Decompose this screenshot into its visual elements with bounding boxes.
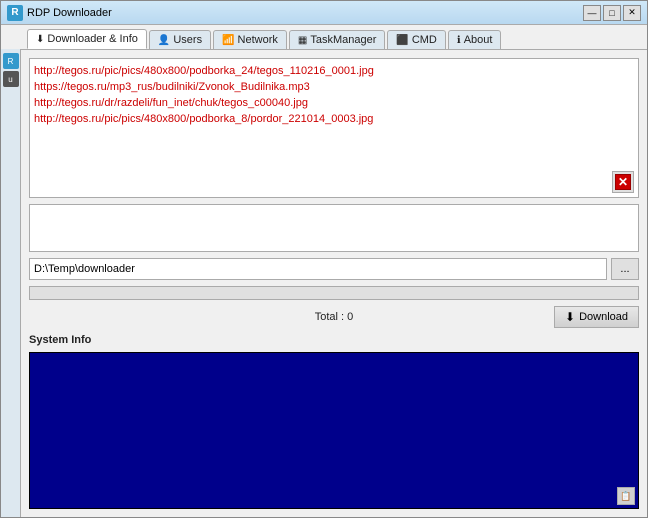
tab-network[interactable]: 📶 Network bbox=[213, 30, 287, 49]
tab-cmd[interactable]: ⬛ CMD bbox=[387, 30, 446, 49]
app-icon: R bbox=[7, 5, 23, 21]
tab-taskmanager-label: TaskManager bbox=[310, 34, 376, 46]
main-body: ⬇ Downloader & Info 👤 Users 📶 Network ▦ … bbox=[21, 25, 647, 517]
delete-icon: ✕ bbox=[615, 174, 631, 190]
path-row: ... bbox=[29, 258, 639, 280]
about-tab-icon: ℹ bbox=[457, 35, 461, 46]
downloader-tab-icon: ⬇ bbox=[36, 34, 44, 45]
tab-cmd-label: CMD bbox=[412, 34, 437, 46]
url-item-2[interactable]: http://tegos.ru/dr/razdeli/fun_inet/chuk… bbox=[34, 95, 634, 111]
download-button[interactable]: ⬇ Download bbox=[554, 306, 639, 328]
download-icon: ⬇ bbox=[565, 310, 575, 324]
maximize-button[interactable]: □ bbox=[603, 5, 621, 21]
copy-icon: 📋 bbox=[620, 491, 631, 502]
tab-users-label: Users bbox=[173, 34, 202, 46]
sidebar-item-2[interactable]: u bbox=[3, 71, 19, 87]
url-item-0[interactable]: http://tegos.ru/pic/pics/480x800/podbork… bbox=[34, 63, 634, 79]
url-list: http://tegos.ru/pic/pics/480x800/podbork… bbox=[29, 58, 639, 198]
browse-button[interactable]: ... bbox=[611, 258, 639, 280]
tab-taskmanager[interactable]: ▦ TaskManager bbox=[289, 30, 386, 49]
minimize-button[interactable]: — bbox=[583, 5, 601, 21]
total-label: Total : 0 bbox=[315, 311, 354, 323]
tab-network-label: Network bbox=[238, 34, 278, 46]
main-window: R RDP Downloader — □ ✕ R u ⬇ Downloader … bbox=[0, 0, 648, 518]
cmd-tab-icon: ⬛ bbox=[396, 35, 408, 46]
users-tab-icon: 👤 bbox=[158, 35, 170, 46]
browse-button-label: ... bbox=[620, 263, 629, 275]
content-wrapper: R u ⬇ Downloader & Info 👤 Users 📶 Networ… bbox=[1, 25, 647, 517]
tab-about[interactable]: ℹ About bbox=[448, 30, 502, 49]
sidebar: R u bbox=[1, 49, 21, 517]
tab-users[interactable]: 👤 Users bbox=[149, 30, 211, 49]
window-title: RDP Downloader bbox=[27, 7, 583, 19]
url-input-container bbox=[29, 204, 639, 252]
tab-downloader-label: Downloader & Info bbox=[47, 33, 138, 45]
system-info-label: System Info bbox=[29, 334, 639, 346]
url-item-3[interactable]: http://tegos.ru/pic/pics/480x800/podbork… bbox=[34, 111, 634, 127]
tab-bar: ⬇ Downloader & Info 👤 Users 📶 Network ▦ … bbox=[21, 25, 647, 50]
system-info-box: 📋 bbox=[29, 352, 639, 509]
url-item-1[interactable]: https://tegos.ru/mp3_rus/budilniki/Zvono… bbox=[34, 79, 634, 95]
url-input[interactable] bbox=[30, 205, 638, 251]
window-controls: — □ ✕ bbox=[583, 5, 641, 21]
download-button-label: Download bbox=[579, 311, 628, 323]
tab-downloader[interactable]: ⬇ Downloader & Info bbox=[27, 29, 147, 49]
downloader-content: http://tegos.ru/pic/pics/480x800/podbork… bbox=[21, 50, 647, 517]
close-button[interactable]: ✕ bbox=[623, 5, 641, 21]
total-row: Total : 0 ⬇ Download bbox=[29, 306, 639, 328]
tab-about-label: About bbox=[464, 34, 493, 46]
path-input[interactable] bbox=[29, 258, 607, 280]
network-tab-icon: 📶 bbox=[222, 35, 234, 46]
taskmanager-tab-icon: ▦ bbox=[298, 35, 307, 46]
delete-button[interactable]: ✕ bbox=[612, 171, 634, 193]
sidebar-item-1[interactable]: R bbox=[3, 53, 19, 69]
title-bar: R RDP Downloader — □ ✕ bbox=[1, 1, 647, 25]
copy-button[interactable]: 📋 bbox=[617, 487, 635, 505]
progress-bar bbox=[29, 286, 639, 300]
